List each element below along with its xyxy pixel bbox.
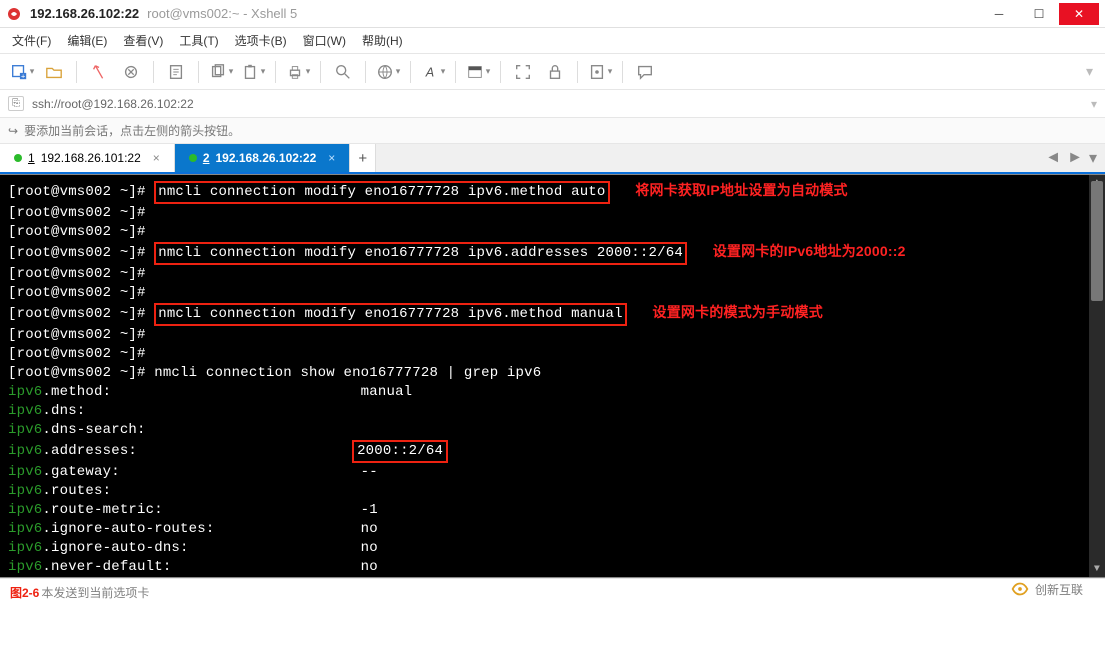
properties-button[interactable] (162, 58, 190, 86)
address-icon: ⎘ (8, 96, 24, 111)
lock-button[interactable] (541, 58, 569, 86)
watermark-icon (1009, 578, 1031, 600)
fullscreen-button[interactable] (509, 58, 537, 86)
close-button[interactable]: ✕ (1059, 3, 1099, 25)
menu-edit[interactable]: 编辑(E) (67, 32, 107, 49)
status-text: 本发送到当前选项卡 (41, 584, 149, 601)
menu-tools[interactable]: 工具(T) (179, 32, 218, 49)
statusbar: 图2-6 本发送到当前选项卡 创新互联 (0, 578, 1105, 606)
address-overflow[interactable]: ▾ (1091, 97, 1097, 111)
font-button[interactable]: A (419, 58, 447, 86)
session-tab-1[interactable]: 1 192.168.26.101:22 × (0, 144, 175, 172)
minimize-button[interactable]: ─ (979, 3, 1019, 25)
terminal-pane[interactable]: [root@vms002 ~]# nmcli connection modify… (0, 174, 1105, 578)
tab-next-icon[interactable]: ► (1067, 149, 1083, 167)
tab-label: 192.168.26.101:22 (41, 151, 141, 165)
watermark: 创新互联 (1009, 578, 1083, 600)
tab-close-icon[interactable]: × (153, 151, 160, 165)
menu-file[interactable]: 文件(F) (12, 32, 51, 49)
command-text: nmcli connection show eno16777728 | grep… (154, 365, 541, 381)
svg-text:+: + (21, 71, 25, 80)
maximize-button[interactable]: ☐ (1019, 3, 1059, 25)
address-bar: ⎘ ssh://root@192.168.26.102:22 ▾ (0, 90, 1105, 118)
menu-help[interactable]: 帮助(H) (362, 32, 403, 49)
status-dot-icon (14, 154, 22, 162)
window-title-sub: root@vms002:~ - Xshell 5 (147, 6, 297, 21)
new-session-button[interactable]: + (8, 58, 36, 86)
command-highlight: nmcli connection modify eno16777728 ipv6… (154, 303, 626, 326)
chat-button[interactable] (631, 58, 659, 86)
session-tab-2[interactable]: 2 192.168.26.102:22 × (175, 144, 350, 172)
shell-prompt: [root@vms002 ~]# (8, 184, 146, 200)
reconnect-button[interactable] (85, 58, 113, 86)
print-button[interactable] (284, 58, 312, 86)
separator (577, 61, 578, 83)
globe-button[interactable] (374, 58, 402, 86)
disconnect-button[interactable] (117, 58, 145, 86)
tab-close-icon[interactable]: × (328, 151, 335, 165)
terminal-scrollbar[interactable]: ▲ ▼ (1089, 175, 1105, 577)
menu-view[interactable]: 查看(V) (123, 32, 163, 49)
color-scheme-button[interactable] (464, 58, 492, 86)
paste-button[interactable] (239, 58, 267, 86)
tab-number: 2 (203, 151, 210, 165)
separator (410, 61, 411, 83)
toolbar-overflow[interactable]: ▾ (1086, 63, 1097, 80)
add-tab-button[interactable]: + (350, 144, 376, 172)
annotation: 设置网卡的IPv6地址为2000::2 (713, 243, 906, 259)
hint-text: 要添加当前会话，点击左侧的箭头按钮。 (24, 122, 240, 139)
find-button[interactable] (329, 58, 357, 86)
figure-label: 图2-6 (10, 584, 39, 601)
toolbar: + A ▾ (0, 54, 1105, 90)
svg-text:A: A (425, 65, 434, 79)
menu-window[interactable]: 窗口(W) (303, 32, 346, 49)
hint-bar: ↪ 要添加当前会话，点击左侧的箭头按钮。 (0, 118, 1105, 144)
value-highlight: 2000::2/64 (352, 440, 448, 463)
open-button[interactable] (40, 58, 68, 86)
script-button[interactable] (586, 58, 614, 86)
annotation: 将网卡获取IP地址设置为自动模式 (635, 182, 847, 198)
scroll-down-icon[interactable]: ▼ (1089, 561, 1105, 577)
separator (76, 61, 77, 83)
separator (198, 61, 199, 83)
separator (153, 61, 154, 83)
separator (365, 61, 366, 83)
window-title-main: 192.168.26.102:22 (30, 6, 139, 21)
separator (500, 61, 501, 83)
tab-number: 1 (28, 151, 35, 165)
session-tabbar: 1 192.168.26.101:22 × 2 192.168.26.102:2… (0, 144, 1105, 174)
tab-menu-icon[interactable]: ▾ (1089, 148, 1097, 168)
status-dot-icon (189, 154, 197, 162)
hint-arrow-icon[interactable]: ↪ (8, 124, 18, 138)
watermark-text: 创新互联 (1035, 581, 1083, 598)
address-text[interactable]: ssh://root@192.168.26.102:22 (32, 97, 1083, 111)
app-icon (6, 6, 22, 22)
menubar: 文件(F) 编辑(E) 查看(V) 工具(T) 选项卡(B) 窗口(W) 帮助(… (0, 28, 1105, 54)
tab-prev-icon[interactable]: ◄ (1045, 149, 1061, 167)
separator (320, 61, 321, 83)
separator (275, 61, 276, 83)
annotation: 设置网卡的模式为手动模式 (653, 304, 823, 320)
scroll-thumb[interactable] (1091, 181, 1103, 301)
separator (455, 61, 456, 83)
menu-tabs[interactable]: 选项卡(B) (235, 32, 287, 49)
copy-button[interactable] (207, 58, 235, 86)
tab-label: 192.168.26.102:22 (216, 151, 317, 165)
command-highlight: nmcli connection modify eno16777728 ipv6… (154, 181, 609, 204)
window-titlebar: 192.168.26.102:22 root@vms002:~ - Xshell… (0, 0, 1105, 28)
command-highlight: nmcli connection modify eno16777728 ipv6… (154, 242, 687, 265)
separator (622, 61, 623, 83)
